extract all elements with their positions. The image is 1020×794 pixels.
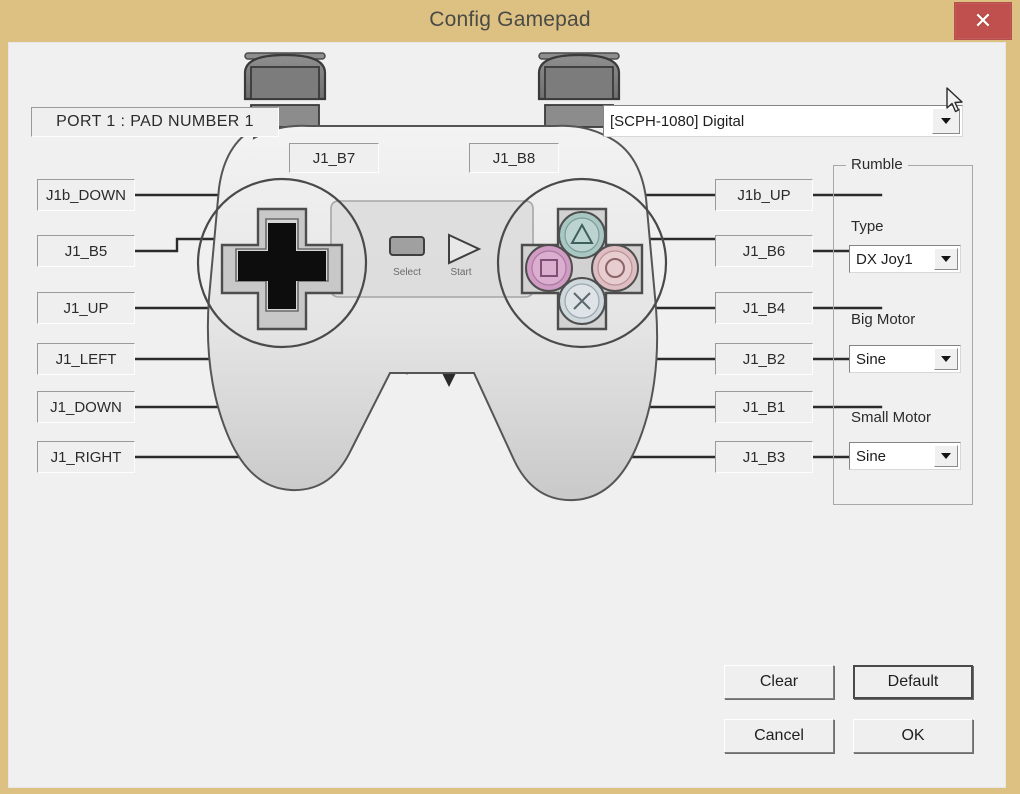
- binding-label-j1-left[interactable]: J1_LEFT: [37, 343, 135, 375]
- config-gamepad-window: Config Gamepad ✕ Select Start PORT 1: P…: [0, 0, 1020, 794]
- binding-label-j1-b4[interactable]: J1_B4: [715, 292, 813, 324]
- binding-label-j1-right[interactable]: J1_RIGHT: [37, 441, 135, 473]
- binding-label-j1-b5[interactable]: J1_B5: [37, 235, 135, 267]
- rumble-type-combo[interactable]: DX Joy1: [849, 245, 961, 273]
- big-motor-combo[interactable]: Sine: [849, 345, 961, 373]
- chevron-down-icon[interactable]: [934, 348, 958, 370]
- pad-type-combo[interactable]: [SCPH-1080] Digital: [603, 105, 963, 137]
- binding-label-j1-b1[interactable]: J1_B1: [715, 391, 813, 423]
- default-button[interactable]: Default: [853, 665, 973, 699]
- binding-label-j1b-up[interactable]: J1b_UP: [715, 179, 813, 211]
- title-bar: Config Gamepad ✕: [0, 0, 1020, 42]
- select-button: [389, 236, 425, 256]
- clear-button[interactable]: Clear: [724, 665, 834, 699]
- rumble-type-value: DX Joy1: [856, 250, 913, 268]
- svg-text:Select: Select: [393, 267, 421, 278]
- close-icon: ✕: [973, 8, 993, 33]
- rumble-type-label: Type: [851, 218, 884, 235]
- small-motor-value: Sine: [856, 447, 887, 465]
- small-motor-combo[interactable]: Sine: [849, 442, 961, 470]
- close-button[interactable]: ✕: [954, 2, 1012, 40]
- cancel-button[interactable]: Cancel: [724, 719, 834, 753]
- ok-button[interactable]: OK: [853, 719, 973, 753]
- binding-label-j1-b6[interactable]: J1_B6: [715, 235, 813, 267]
- binding-label-j1-down[interactable]: J1_DOWN: [37, 391, 135, 423]
- pad-type-value: [SCPH-1080] Digital: [610, 112, 745, 130]
- binding-label-j1-b3[interactable]: J1_B3: [715, 441, 813, 473]
- dialog-client-area: Select Start PORT 1 : PAD NUMBER 1 [SCPH…: [8, 42, 1006, 788]
- big-motor-label: Big Motor: [851, 311, 916, 328]
- binding-label-j1-up[interactable]: J1_UP: [37, 292, 135, 324]
- big-motor-value: Sine: [856, 350, 887, 368]
- chevron-down-icon[interactable]: [932, 108, 960, 134]
- binding-label-j1-b8[interactable]: J1_B8: [469, 143, 559, 173]
- binding-label-j1-b7[interactable]: J1_B7: [289, 143, 379, 173]
- chevron-down-icon[interactable]: [934, 248, 958, 270]
- chevron-down-icon[interactable]: [934, 445, 958, 467]
- small-motor-label: Small Motor: [851, 409, 932, 426]
- binding-label-j1b-down[interactable]: J1b_DOWN: [37, 179, 135, 211]
- cross-button: [558, 277, 606, 325]
- port-pad-label: PORT 1 : PAD NUMBER 1: [31, 107, 279, 137]
- binding-label-j1-b2[interactable]: J1_B2: [715, 343, 813, 375]
- svg-text:Start: Start: [450, 267, 471, 278]
- window-title: Config Gamepad: [429, 8, 591, 31]
- rumble-group-title: Rumble: [846, 156, 908, 173]
